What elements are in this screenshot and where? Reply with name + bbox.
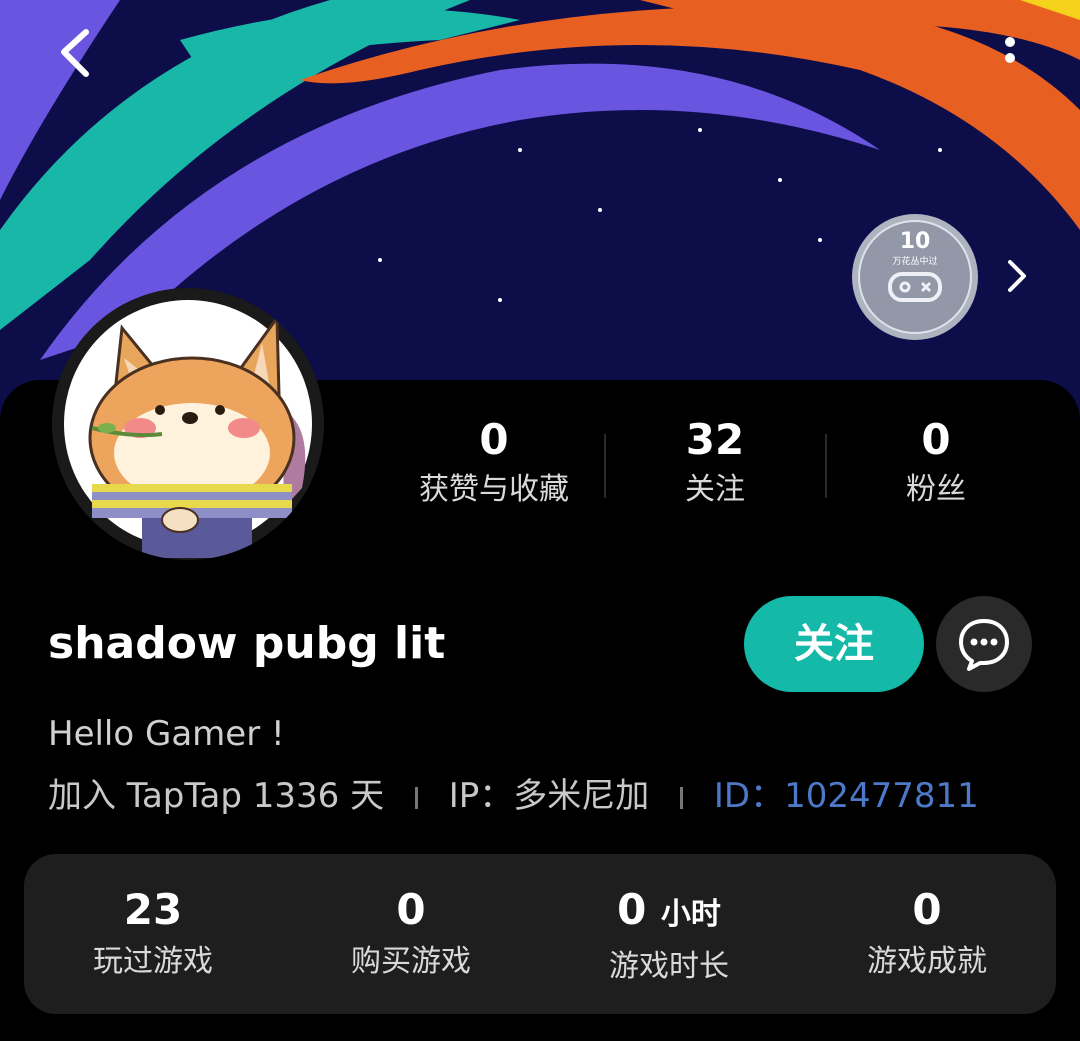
stat-followers-label: 粉丝 [906, 472, 966, 507]
game-achievements[interactable]: 0 游戏成就 [798, 882, 1056, 986]
chevron-left-icon [61, 29, 89, 77]
stat-likes-value: 0 [479, 415, 509, 464]
play-time[interactable]: 0 小时 游戏时长 [540, 882, 798, 991]
play-time-unit: 小时 [660, 897, 721, 932]
avatar-image [52, 288, 324, 560]
user-id[interactable]: ID：102477811 [714, 770, 979, 822]
stat-divider [604, 434, 606, 498]
level-badge[interactable]: 10 万花丛中过 [850, 212, 980, 342]
games-purchased-value: 0 [396, 885, 426, 934]
games-played-value: 23 [123, 885, 183, 934]
badge-level: 10 [900, 229, 931, 254]
game-stats-card: 23 玩过游戏 0 购买游戏 0 小时 游戏时长 0 游戏成就 [24, 854, 1056, 1014]
chevron-right-icon [1008, 260, 1026, 292]
message-button[interactable] [936, 596, 1032, 692]
game-achievements-label: 游戏成就 [867, 944, 987, 979]
stat-divider [825, 434, 827, 498]
stat-followers[interactable]: 0 粉丝 [826, 412, 1046, 512]
profile-bio: Hello Gamer ! [48, 714, 285, 754]
follow-button[interactable]: 关注 [744, 596, 924, 692]
profile-meta: 加入 TapTap 1336 天 IP：多米尼加 ID：102477811 [48, 770, 979, 822]
profile-stats: 0 获赞与收藏 32 关注 0 粉丝 [380, 412, 1060, 512]
ip-location: IP：多米尼加 [448, 776, 650, 816]
stat-following[interactable]: 32 关注 [605, 412, 825, 512]
badge-title: 万花丛中过 [892, 255, 937, 267]
avatar[interactable] [52, 288, 324, 560]
stat-likes[interactable]: 0 获赞与收藏 [384, 412, 604, 512]
games-purchased-label: 购买游戏 [351, 944, 471, 979]
meta-divider [680, 786, 684, 809]
stat-following-label: 关注 [685, 472, 745, 507]
more-vertical-icon [1005, 37, 1015, 63]
games-played[interactable]: 23 玩过游戏 [24, 882, 282, 986]
stat-likes-label: 获赞与收藏 [419, 472, 569, 507]
join-duration: 加入 TapTap 1336 天 [48, 776, 385, 816]
play-time-label: 游戏时长 [609, 949, 729, 984]
stat-followers-value: 0 [921, 415, 951, 464]
games-purchased[interactable]: 0 购买游戏 [282, 882, 540, 986]
back-button[interactable] [52, 24, 112, 84]
chat-bubble-icon [959, 619, 1009, 671]
play-time-value: 0 [617, 885, 647, 934]
badge-arrow-button[interactable] [998, 256, 1034, 296]
stat-following-value: 32 [685, 415, 745, 464]
more-options-button[interactable] [990, 30, 1030, 80]
game-achievements-value: 0 [912, 885, 942, 934]
meta-divider [414, 786, 418, 809]
games-played-label: 玩过游戏 [93, 944, 213, 979]
username: shadow pubg lit [48, 618, 446, 669]
